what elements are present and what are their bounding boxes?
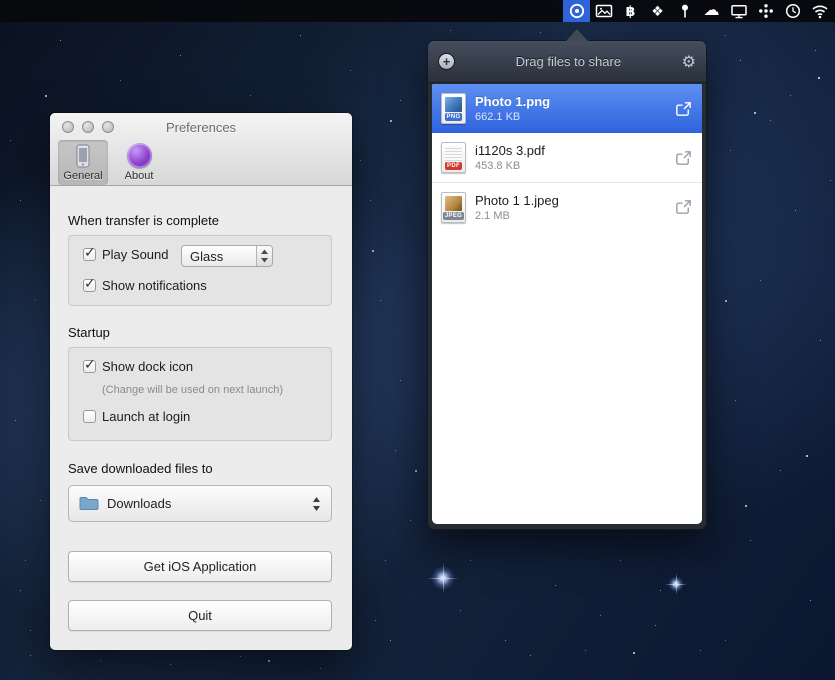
show-notifications-label: Show notifications: [102, 278, 207, 293]
startup-group: ✓ Show dock icon (Change will be used on…: [68, 347, 332, 441]
file-thumbnail: [445, 196, 462, 211]
file-row-photo-1-png[interactable]: PNG Photo 1.png 662.1 KB: [432, 84, 702, 133]
save-location-value: Downloads: [107, 496, 171, 511]
check-icon: ✓: [84, 356, 96, 373]
share-popover: + Drag files to share ⚙ PNG Photo 1.png …: [427, 40, 707, 530]
stepper-arrows-icon: [256, 246, 272, 266]
display-menu-icon[interactable]: [725, 0, 752, 22]
bitcoin-glyph: ฿: [626, 0, 636, 22]
menu-bar: ฿ ❖ ☁: [0, 0, 835, 22]
popover-title: Drag files to share: [455, 54, 682, 69]
play-sound-checkbox[interactable]: ✓: [83, 248, 96, 261]
file-type-tag: JPEG: [443, 212, 464, 220]
settings-gear-icon[interactable]: ⚙: [682, 52, 696, 72]
file-name: i1120s 3.pdf: [475, 143, 545, 158]
launch-login-checkbox[interactable]: [83, 410, 96, 423]
launch-login-row: Launch at login: [83, 409, 190, 424]
check-icon: ✓: [84, 275, 96, 292]
file-row-photo-1-1-jpeg[interactable]: JPEG Photo 1 1.jpeg 2.1 MB: [432, 182, 702, 231]
share-icon[interactable]: [674, 100, 693, 118]
share-icon[interactable]: [674, 149, 693, 167]
plus-icon: +: [443, 54, 451, 69]
file-size: 662.1 KB: [475, 111, 550, 123]
file-thumbnail: [445, 146, 462, 161]
show-notifications-checkbox[interactable]: ✓: [83, 279, 96, 292]
move-dots-menu-icon[interactable]: [752, 0, 779, 22]
play-sound-label: Play Sound: [102, 247, 169, 262]
startup-heading: Startup: [68, 325, 110, 340]
show-dock-label: Show dock icon: [102, 359, 193, 374]
folder-icon: [79, 496, 99, 511]
show-dock-row: ✓ Show dock icon: [83, 359, 193, 374]
general-icon: [70, 142, 96, 169]
dock-change-note: (Change will be used on next launch): [102, 384, 283, 396]
tab-about-label: About: [125, 170, 154, 182]
share-icon[interactable]: [674, 198, 693, 216]
preferences-toolbar: General About: [58, 140, 164, 185]
transfer-complete-group: ✓ Play Sound Glass ✓ Show notifications: [68, 235, 332, 306]
sound-select[interactable]: Glass: [181, 245, 273, 267]
file-name: Photo 1 1.jpeg: [475, 193, 559, 208]
file-meta: Photo 1.png 662.1 KB: [475, 94, 550, 123]
tab-about[interactable]: About: [114, 140, 164, 185]
dropbox-glyph: ❖: [651, 0, 664, 22]
pictures-menu-icon[interactable]: [590, 0, 617, 22]
gear-glyph: ⚙: [682, 54, 696, 71]
window-titlebar: Preferences General About: [50, 113, 352, 186]
show-notifications-row: ✓ Show notifications: [83, 278, 207, 293]
png-file-icon: PNG: [441, 93, 466, 124]
about-icon: [127, 142, 152, 169]
file-size: 453.8 KB: [475, 160, 545, 172]
file-size: 2.1 MB: [475, 210, 559, 222]
file-name: Photo 1.png: [475, 94, 550, 109]
bright-star-glow-2: [668, 576, 684, 592]
stepper-arrows-icon: [312, 486, 321, 521]
file-list: PNG Photo 1.png 662.1 KB PDF i1120s 3.pd…: [432, 84, 702, 524]
save-to-heading: Save downloaded files to: [68, 461, 213, 476]
file-meta: Photo 1 1.jpeg 2.1 MB: [475, 193, 559, 222]
get-ios-app-button[interactable]: Get iOS Application: [68, 551, 332, 582]
file-thumbnail: [445, 97, 462, 112]
play-sound-row: ✓ Play Sound: [83, 247, 169, 262]
tab-general[interactable]: General: [58, 140, 108, 185]
bitcoin-menu-icon[interactable]: ฿: [617, 0, 644, 22]
wifi-menu-icon[interactable]: [806, 0, 833, 22]
jpeg-file-icon: JPEG: [441, 192, 466, 223]
bright-star-glow: [431, 566, 455, 590]
transfer-complete-heading: When transfer is complete: [68, 213, 219, 228]
clock-menu-icon[interactable]: [779, 0, 806, 22]
window-title: Preferences: [50, 120, 352, 135]
pdf-file-icon: PDF: [441, 142, 466, 173]
sound-select-value: Glass: [190, 249, 223, 264]
app-progress-menu-icon[interactable]: [563, 0, 590, 22]
quit-button[interactable]: Quit: [68, 600, 332, 631]
cloud-menu-icon[interactable]: ☁: [698, 0, 725, 22]
popover-arrow: [566, 29, 588, 41]
cloud-glyph: ☁: [704, 0, 720, 22]
launch-login-label: Launch at login: [102, 409, 190, 424]
pin-menu-icon[interactable]: [671, 0, 698, 22]
file-row-i1120s-pdf[interactable]: PDF i1120s 3.pdf 453.8 KB: [432, 133, 702, 182]
dropbox-menu-icon[interactable]: ❖: [644, 0, 671, 22]
preferences-window: Preferences General About When transfer …: [50, 113, 352, 650]
show-dock-checkbox[interactable]: ✓: [83, 360, 96, 373]
file-type-tag: PNG: [445, 113, 463, 121]
popover-header: + Drag files to share ⚙: [428, 41, 706, 83]
tab-general-label: General: [63, 170, 102, 182]
add-files-button[interactable]: +: [438, 53, 455, 70]
file-meta: i1120s 3.pdf 453.8 KB: [475, 143, 545, 172]
desktop-wallpaper: ฿ ❖ ☁ + Drag files to share ⚙: [0, 0, 835, 680]
save-location-select[interactable]: Downloads: [68, 485, 332, 522]
file-type-tag: PDF: [445, 162, 462, 170]
check-icon: ✓: [84, 244, 96, 261]
